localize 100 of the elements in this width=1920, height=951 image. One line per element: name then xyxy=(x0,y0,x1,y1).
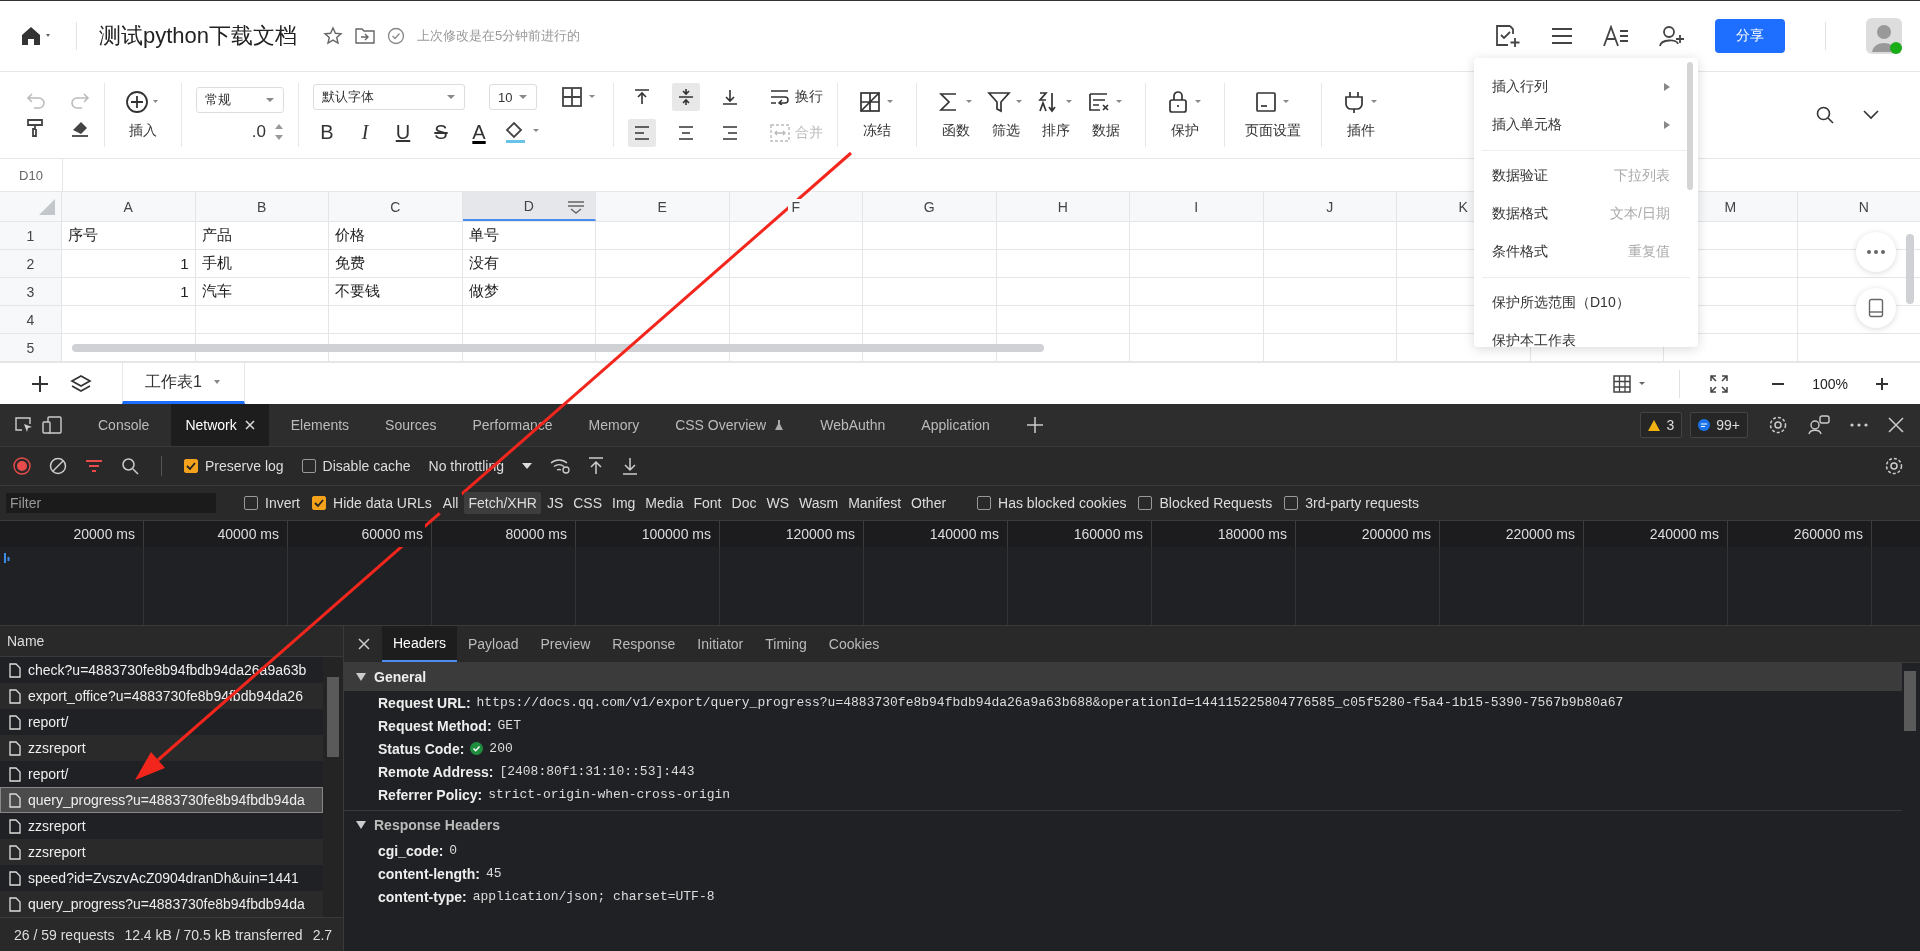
column-header[interactable]: A xyxy=(62,192,196,221)
download-icon[interactable] xyxy=(622,457,638,475)
format-button[interactable]: U xyxy=(389,118,417,146)
chevron-down-icon[interactable] xyxy=(1862,109,1880,121)
devtools-tab[interactable]: Application xyxy=(907,404,1004,446)
menu-icon[interactable] xyxy=(1551,27,1573,45)
close-icon[interactable] xyxy=(358,638,370,650)
font-size-select[interactable]: 10 xyxy=(489,84,537,110)
filter-field[interactable]: Filter xyxy=(6,493,216,513)
format-painter-icon[interactable] xyxy=(26,118,46,138)
text-format-icon[interactable] xyxy=(1603,25,1629,47)
format-button[interactable]: A xyxy=(465,118,493,146)
row-header[interactable]: 2 xyxy=(0,250,62,277)
column-header[interactable]: H xyxy=(996,192,1130,221)
request-row[interactable]: zzsreport xyxy=(0,839,323,865)
toolbar-button[interactable]: 排序 xyxy=(1031,90,1081,140)
type-filter-button[interactable]: All xyxy=(438,492,463,514)
column-header[interactable]: C xyxy=(329,192,463,221)
devtools-tab[interactable]: CSS Overview xyxy=(661,404,799,446)
section-header[interactable]: General xyxy=(344,663,1902,691)
devtools-tab[interactable]: WebAuthn xyxy=(806,404,900,446)
scrollbar[interactable] xyxy=(72,344,1044,352)
detail-tab[interactable]: Preview xyxy=(529,626,602,662)
warnings-badge[interactable]: 3 xyxy=(1640,412,1683,438)
request-row[interactable]: zzsreport xyxy=(0,813,323,839)
detail-tab[interactable]: Response xyxy=(601,626,687,662)
fullscreen-icon[interactable] xyxy=(1710,374,1729,393)
row-header[interactable]: 3 xyxy=(0,278,62,305)
request-row[interactable]: query_progress?u=4883730fe8b94fbdb94da xyxy=(0,891,323,917)
wifi-gear-icon[interactable] xyxy=(550,458,570,474)
zoom-in-icon[interactable] xyxy=(1874,375,1890,392)
more-button[interactable] xyxy=(1856,232,1896,272)
request-row[interactable]: zzsreport xyxy=(0,735,323,761)
column-header[interactable]: E xyxy=(596,192,730,221)
toolbar-button[interactable]: 数据 xyxy=(1081,90,1131,140)
menu-item[interactable]: 条件格式 重复值 xyxy=(1474,233,1698,271)
layers-icon[interactable] xyxy=(70,373,92,394)
scrollbar[interactable] xyxy=(1906,234,1914,304)
filter-checkbox[interactable]: Invert xyxy=(244,495,300,511)
preserve-log-checkbox[interactable]: Preserve log xyxy=(184,458,284,474)
column-header[interactable]: B xyxy=(195,192,329,221)
toolbar-button[interactable]: 插件 xyxy=(1336,90,1386,140)
devtools-tab[interactable]: Network xyxy=(171,404,269,446)
decimal-places[interactable]: .0 xyxy=(251,122,266,142)
column-header[interactable]: N xyxy=(1797,192,1920,221)
search-icon[interactable] xyxy=(121,457,139,475)
more-icon[interactable] xyxy=(1850,423,1868,427)
number-format-select[interactable]: 常规 xyxy=(196,87,284,113)
clear-icon[interactable] xyxy=(49,457,67,475)
row-header[interactable]: 1 xyxy=(0,222,62,249)
column-header[interactable]: I xyxy=(1130,192,1264,221)
align-button[interactable] xyxy=(672,83,700,111)
detail-tab[interactable]: Headers xyxy=(382,626,457,662)
menu-item[interactable]: 保护所选范围（D10） xyxy=(1474,284,1698,322)
request-row[interactable]: speed?id=ZvszvAcZ0904dranDh&uin=1441 xyxy=(0,865,323,891)
close-icon[interactable] xyxy=(244,420,255,430)
tablet-view-button[interactable] xyxy=(1856,288,1896,328)
disable-cache-checkbox[interactable]: Disable cache xyxy=(301,458,411,474)
menu-item[interactable]: 保护本工作表 xyxy=(1474,322,1698,347)
scrollbar[interactable] xyxy=(1904,671,1916,731)
add-tab-icon[interactable] xyxy=(1025,416,1044,434)
column-header[interactable]: G xyxy=(863,192,997,221)
add-sheet-icon[interactable] xyxy=(30,373,50,394)
close-icon[interactable] xyxy=(1888,417,1904,433)
feedback-icon[interactable] xyxy=(1808,415,1830,435)
toolbar-button[interactable]: 冻结 xyxy=(852,90,902,140)
document-title[interactable]: 测试python下载文档 xyxy=(99,21,298,51)
settings-icon[interactable] xyxy=(1768,415,1788,435)
devtools-tab[interactable]: Elements xyxy=(276,404,364,446)
row-header[interactable]: 5 xyxy=(0,334,62,361)
request-row[interactable]: report/ xyxy=(0,761,323,787)
upload-icon[interactable] xyxy=(588,457,604,475)
detail-tab[interactable]: Initiator xyxy=(686,626,755,662)
detail-tab[interactable]: Cookies xyxy=(817,626,891,662)
devtools-tab[interactable]: Console xyxy=(84,404,164,446)
star-icon[interactable] xyxy=(323,26,344,46)
scrollbar[interactable] xyxy=(1687,62,1693,190)
toolbar-button[interactable]: 页面设置 xyxy=(1239,90,1307,140)
type-filter-button[interactable]: Fetch/XHR xyxy=(464,492,541,514)
filter-icon[interactable] xyxy=(85,459,103,473)
toolbar-button[interactable]: 筛选 xyxy=(981,90,1031,140)
format-button[interactable]: I xyxy=(351,118,379,146)
menu-item[interactable]: 插入单元格 xyxy=(1474,106,1698,144)
insert-button[interactable]: 插入 xyxy=(119,90,167,140)
filter-checkbox[interactable]: Blocked Requests xyxy=(1138,495,1273,511)
menu-item[interactable]: 插入行列 xyxy=(1474,68,1698,106)
detail-tab[interactable]: Payload xyxy=(456,626,530,662)
font-select[interactable]: 默认字体 xyxy=(313,84,465,110)
filter-checkbox[interactable]: Has blocked cookies xyxy=(977,495,1127,511)
detail-tab[interactable]: Timing xyxy=(754,626,818,662)
toolbar-button[interactable]: 函数 xyxy=(931,90,981,140)
add-user-icon[interactable] xyxy=(1659,25,1685,47)
move-folder-icon[interactable] xyxy=(355,27,376,45)
column-header[interactable]: F xyxy=(729,192,863,221)
devtools-tab[interactable]: Sources xyxy=(371,404,451,446)
devtools-tab[interactable]: Memory xyxy=(574,404,654,446)
record-icon[interactable] xyxy=(13,457,31,475)
column-header[interactable]: J xyxy=(1263,192,1397,221)
share-button[interactable]: 分享 xyxy=(1715,19,1785,53)
messages-badge[interactable]: 99+ xyxy=(1690,412,1748,438)
